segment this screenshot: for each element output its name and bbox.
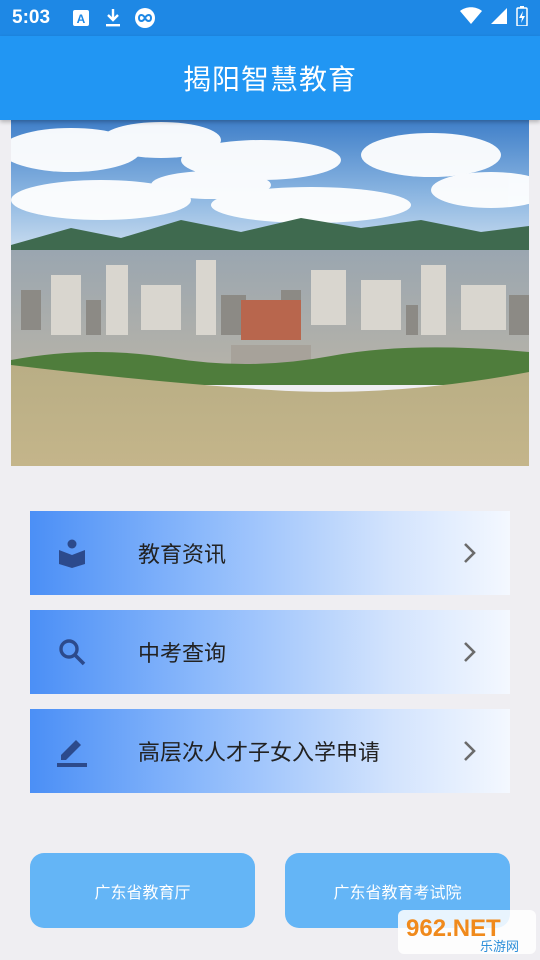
app-title: 揭阳智慧教育 — [182, 63, 357, 96]
font-a-icon: A — [70, 7, 92, 29]
watermark-sub: 乐游网 — [480, 940, 519, 955]
status-right-icons — [460, 6, 528, 30]
wifi-icon — [460, 7, 482, 29]
sync-icon — [134, 7, 156, 29]
menu-label: 教育资讯 — [138, 543, 227, 568]
edit-pen-icon — [56, 735, 88, 767]
chevron-right-icon — [462, 640, 478, 664]
status-bar: 5:03 A — [0, 0, 540, 36]
app-bar: 揭阳智慧教育 — [0, 36, 540, 120]
status-time: 5:03 — [12, 7, 51, 28]
watermark-logo: 962.NET 乐游网 — [398, 906, 536, 956]
battery-icon — [516, 6, 528, 30]
menu-item-talent-children-enrollment[interactable]: 高层次人才子女入学申请 — [30, 709, 510, 793]
menu-item-education-news[interactable]: 教育资讯 — [30, 511, 510, 595]
menu-label: 高层次人才子女入学申请 — [138, 741, 381, 766]
chevron-right-icon — [462, 541, 478, 565]
chevron-right-icon — [462, 739, 478, 763]
guangdong-education-dept-button[interactable]: 广东省教育厅 — [30, 853, 255, 928]
book-reader-icon — [56, 537, 88, 569]
city-banner-image — [11, 120, 529, 466]
signal-icon — [490, 7, 508, 29]
search-icon — [56, 636, 88, 668]
watermark-brand: 962.NET — [406, 915, 501, 942]
menu-item-exam-query[interactable]: 中考查询 — [30, 610, 510, 694]
download-icon — [102, 7, 124, 29]
menu-label: 中考查询 — [138, 642, 227, 667]
svg-text:A: A — [77, 12, 86, 26]
